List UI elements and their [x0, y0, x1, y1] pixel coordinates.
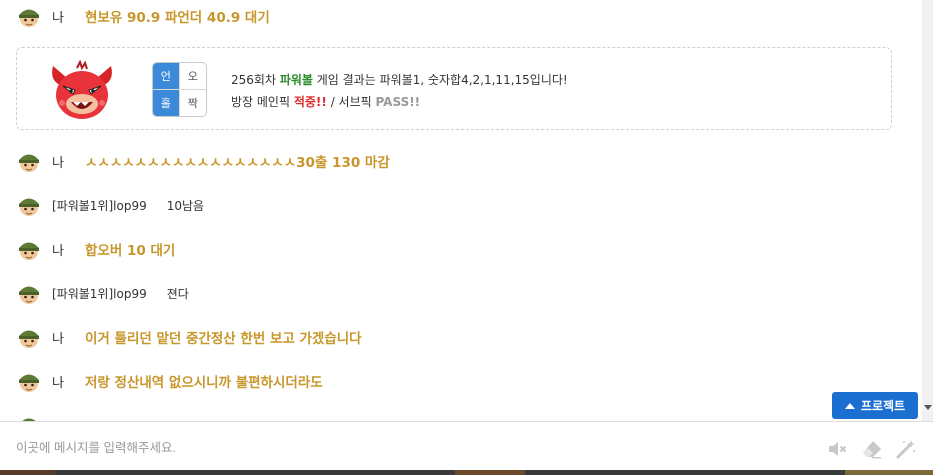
soldier-avatar-icon	[19, 286, 39, 304]
grid-cell-over: 오	[179, 63, 206, 90]
project-button-label: 프로젝트	[860, 399, 906, 413]
soldier-avatar-icon	[19, 9, 39, 27]
round-text: 256회차	[231, 73, 280, 87]
my-nickname: 나	[52, 10, 64, 26]
main-pick-hit: 적중!!	[293, 95, 327, 109]
soldier-avatar-icon	[19, 242, 39, 260]
magic-wand-icon[interactable]	[895, 438, 917, 460]
soldier-avatar-icon	[19, 374, 39, 392]
red-devil-mascot	[52, 60, 112, 119]
my-nickname: 나	[52, 243, 64, 259]
message-input-bar	[0, 421, 933, 475]
grid-cell-odd: 홀	[153, 89, 180, 116]
chat-message-row: 나 이거 틀리던 맡던 중간정산 한번 보고 가겠습니다	[16, 323, 362, 351]
my-message-text: 저랑 정산내역 없으시니까 불편하시더라도	[85, 375, 323, 391]
my-nickname: 나	[52, 375, 64, 391]
scroll-down-arrow-icon[interactable]	[924, 405, 932, 410]
result-text: 256회차 파워볼 게임 결과는 파워볼1, 숫자합4,2,1,11,15입니다…	[231, 69, 568, 113]
my-nickname: 나	[52, 155, 64, 171]
speaker-mute-icon[interactable]	[826, 438, 848, 460]
my-message-text: 현보유 90.9 파언더 40.9 대기	[85, 10, 270, 26]
user-message-text: 10남음	[166, 198, 205, 213]
main-pick-label: 방장 메인픽	[231, 95, 294, 109]
result-line-1: 256회차 파워볼 게임 결과는 파워볼1, 숫자합4,2,1,11,15입니다…	[231, 69, 568, 91]
chat-message-row: 나 저랑 정산내역 없으시니까 불편하시더라도	[16, 367, 323, 395]
soldier-avatar-icon	[19, 330, 39, 348]
grid-cell-even: 짝	[179, 89, 206, 116]
sub-pick-pass: PASS!!	[375, 95, 421, 109]
game-result-card: 언 오 홀 짝 256회차 파워볼 게임 결과는 파워볼1, 숫자합4,2,1,…	[16, 47, 892, 130]
bottom-edge-strip	[0, 470, 933, 475]
project-button[interactable]: 프로젝트	[832, 392, 918, 419]
user-message-text: 젼다	[166, 286, 189, 301]
chat-area[interactable]: 나 현보유 90.9 파언더 40.9 대기 언 오 홀 짝 256회차 파워볼…	[0, 0, 922, 421]
result-summary: 게임 결과는 파워볼1, 숫자합4,2,1,11,15입니다!	[312, 73, 568, 87]
soldier-avatar-icon	[19, 198, 39, 216]
odd-even-result-grid: 언 오 홀 짝	[152, 62, 207, 117]
grid-cell-under: 언	[153, 63, 180, 90]
chat-message-row-partial	[16, 411, 42, 421]
soldier-avatar-icon	[19, 154, 39, 172]
user-nickname[interactable]: [파워볼1위]lop99	[52, 285, 147, 302]
chat-scrollbar[interactable]	[922, 0, 933, 421]
my-nickname: 나	[52, 331, 64, 347]
result-line-2: 방장 메인픽 적중!! / 서브픽 PASS!!	[231, 91, 568, 113]
my-message-text: ㅅㅅㅅㅅㅅㅅㅅㅅㅅㅅㅅㅅㅅㅅㅅㅅㅅ30출 130 마감	[85, 155, 390, 171]
chat-message-row: [파워볼1위]lop99 10남음	[16, 191, 204, 219]
user-nickname[interactable]: [파워볼1위]lop99	[52, 197, 147, 214]
my-message-text: 합오버 10 대기	[85, 243, 176, 259]
triangle-up-icon	[844, 402, 855, 409]
chat-message-row: 나 현보유 90.9 파언더 40.9 대기	[16, 2, 270, 30]
my-message-text: 이거 틀리던 맡던 중간정산 한번 보고 가겠습니다	[85, 331, 362, 347]
message-input[interactable]	[16, 436, 796, 460]
eraser-icon[interactable]	[861, 438, 883, 460]
game-name: 파워볼	[279, 73, 313, 87]
chat-message-row: [파워볼1위]lop99 젼다	[16, 279, 189, 307]
chat-message-row: 나 ㅅㅅㅅㅅㅅㅅㅅㅅㅅㅅㅅㅅㅅㅅㅅㅅㅅ30출 130 마감	[16, 147, 390, 175]
soldier-avatar-icon	[22, 418, 36, 421]
chat-message-row: 나 합오버 10 대기	[16, 235, 175, 263]
sub-pick-label: / 서브픽	[326, 95, 376, 109]
